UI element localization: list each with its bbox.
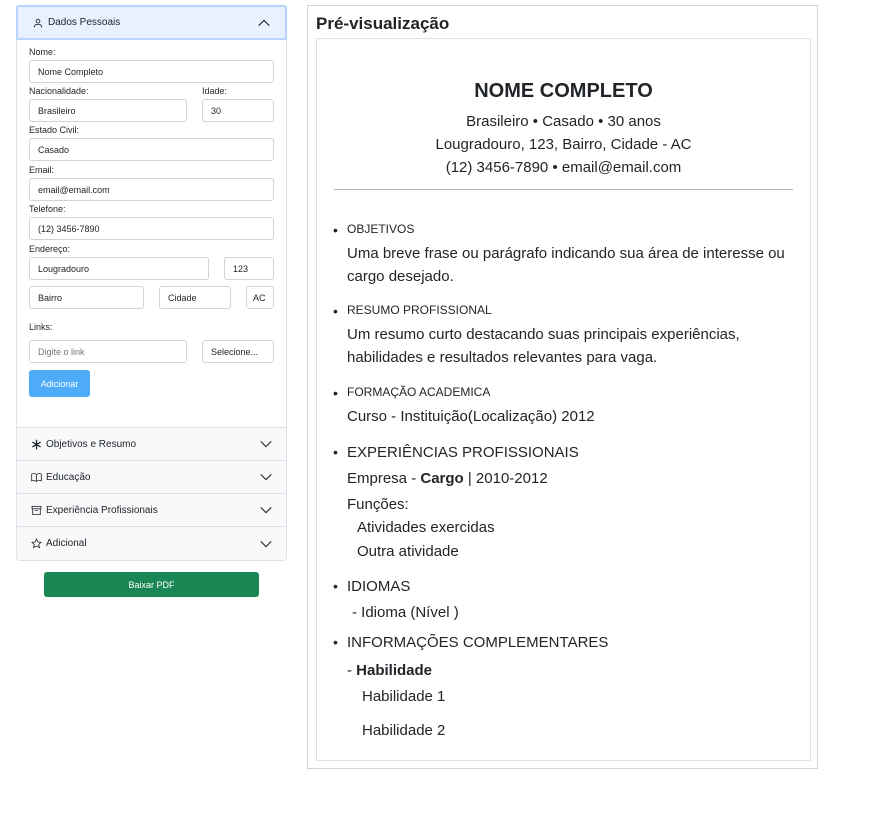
preview-title: Pré-visualização [316,14,450,33]
star-icon [30,538,42,550]
rua-field[interactable]: Lougradouro [29,257,209,280]
section-heading: OBJETIVOS [347,222,415,236]
link-input[interactable]: Digite o link [29,340,187,363]
experiencia-line: Empresa - Cargo | 2010-2012 [347,470,548,487]
telefone-label: Telefone: [29,204,66,214]
endereco-label: Endereço: [29,244,71,254]
section-experiencia-header[interactable]: Experiência Profissionais [17,494,286,527]
cv-personal-info: Brasileiro • Casado • 30 anos [466,113,661,130]
section-dados-pessoais-header[interactable]: Dados Pessoais [16,5,287,40]
nacionalidade-field[interactable]: Brasileiro [29,99,187,122]
habilidade-item: Habilidade 2 [362,722,446,739]
resumo-text-1: Um resumo curto destacando suas principa… [347,326,740,343]
resumo-text-2: habilidades e resultados relevantes para… [347,349,658,366]
formacao-text: Curso - Instituição(Localização) 2012 [347,408,595,425]
nome-field[interactable]: Nome Completo [29,60,274,83]
estado-civil-label: Estado Civil: [29,125,80,135]
funcoes-label: Funções: [347,496,409,513]
bullet: • [333,385,338,401]
habilidade-item: Habilidade 1 [362,688,446,705]
section-heading: INFORMAÇÕES COMPLEMENTARES [347,634,609,651]
form-accordion: Dados Pessoais Nome: Nome Completo Nacio… [16,5,287,561]
section-label: Experiência Profissionais [46,504,158,516]
links-label: Links: [29,322,53,332]
email-field[interactable]: email@email.com [29,178,274,201]
section-heading: RESUMO PROFISSIONAL [347,303,492,317]
chevron-up-icon [257,16,271,30]
book-icon [30,471,42,483]
idade-field[interactable]: 30 [202,99,274,122]
telefone-field[interactable]: (12) 3456-7890 [29,217,274,240]
section-heading: EXPERIÊNCIAS PROFISSIONAIS [347,444,579,461]
empresa-text: Empresa - [347,470,421,487]
nacionalidade-label: Nacionalidade: [29,86,89,96]
funcao-item: Atividades exercidas [357,519,495,536]
section-dados-pessoais-body: Nome: Nome Completo Nacionalidade: Idade… [17,40,286,428]
habilidade-title-text: Habilidade [356,662,433,679]
section-label: Objetivos e Resumo [46,438,137,450]
uf-field[interactable]: AC [246,286,274,309]
cidade-field[interactable]: Cidade [159,286,231,309]
cv-address: Lougradouro, 123, Bairro, Cidade - AC [435,136,692,153]
person-icon [32,17,44,29]
estado-civil-field[interactable]: Casado [29,138,274,161]
add-link-button[interactable]: Adicionar [29,370,90,397]
habilidade-prefix: - [347,662,357,679]
asterisk-icon [30,438,42,450]
email-label: Email: [29,165,55,175]
section-educacao-header[interactable]: Educação [17,461,286,494]
chevron-down-icon [259,470,273,484]
nome-label: Nome: [29,47,56,57]
resume-sheet: NOME COMPLETO Brasileiro • Casado • 30 a… [316,38,811,761]
bullet: • [333,634,338,650]
bullet: • [333,578,338,594]
cv-divider [334,189,793,190]
numero-field[interactable]: 123 [224,257,274,280]
bullet: • [333,303,338,319]
section-adicional-header[interactable]: Adicional [17,527,286,560]
archive-icon [30,504,42,516]
cv-name: NOME COMPLETO [474,80,653,102]
section-label: Educação [46,471,91,483]
chevron-down-icon [259,437,273,451]
periodo-text: | 2010-2012 [463,470,548,487]
section-label: Adicional [46,538,87,549]
chevron-down-icon [259,537,273,551]
funcao-item: Outra atividade [357,543,459,560]
bullet: • [333,444,338,460]
idade-label: Idade: [202,86,228,96]
bullet: • [333,222,338,238]
objetivos-text-1: Uma breve frase ou parágrafo indicando s… [347,245,785,262]
objetivos-text-2: cargo desejado. [347,268,454,285]
bairro-field[interactable]: Bairro [29,286,144,309]
section-label: Dados Pessoais [48,17,121,28]
link-type-select[interactable]: Selecione... [202,340,274,363]
download-pdf-button[interactable]: Baixar PDF [44,572,259,597]
idioma-item: - Idioma (Nível ) [352,604,459,621]
preview-panel: Pré-visualização NOME COMPLETO Brasileir… [307,5,818,769]
chevron-down-icon [259,503,273,517]
cargo-text: Cargo [420,470,464,487]
section-objetivos-header[interactable]: Objetivos e Resumo [17,428,286,461]
section-heading: FORMAÇÃO ACADEMICA [347,385,491,399]
habilidade-title: - Habilidade [347,662,432,679]
cv-contact: (12) 3456-7890 • email@email.com [445,159,682,176]
section-heading: IDIOMAS [347,578,411,595]
